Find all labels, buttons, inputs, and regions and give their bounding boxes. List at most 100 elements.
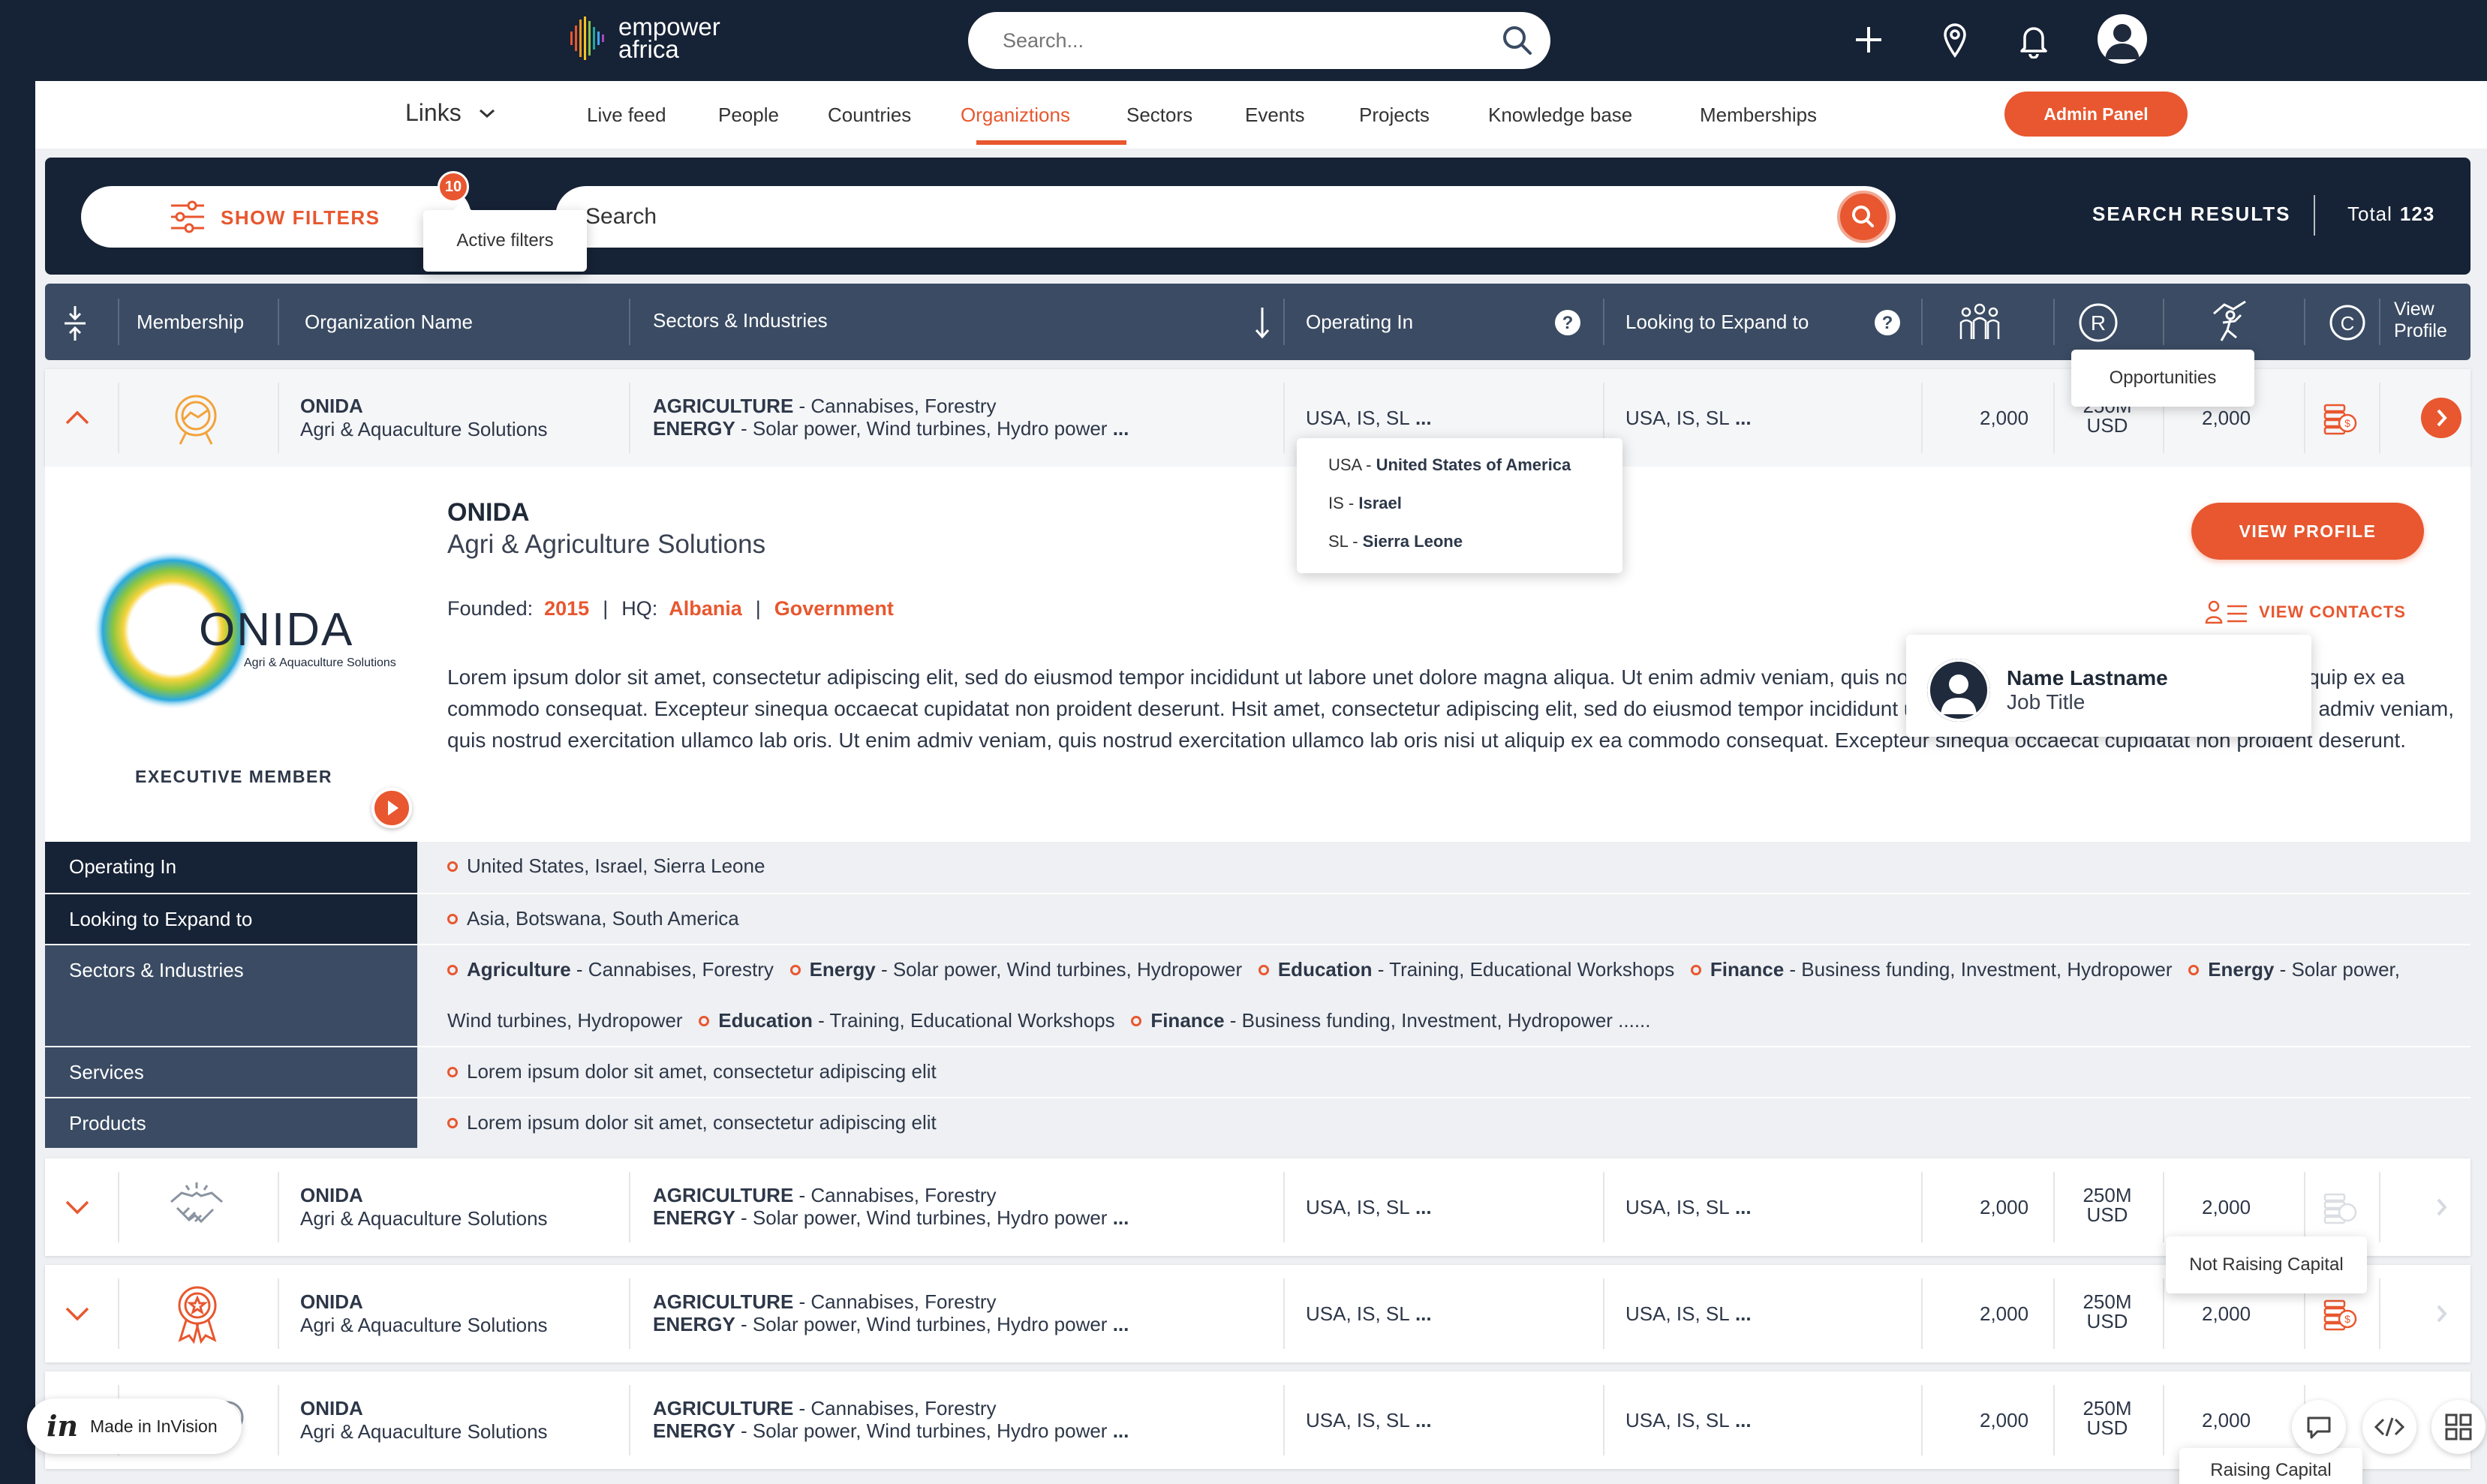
operating-cell[interactable]: USA, IS, SL ... <box>1306 407 1432 430</box>
grid-icon <box>2445 1413 2472 1440</box>
raising-r-icon[interactable]: R <box>2077 302 2119 344</box>
money-stack-icon[interactable] <box>2320 1187 2359 1226</box>
show-filters-button[interactable]: SHOW FILTERS <box>81 186 471 248</box>
money-stack-icon[interactable]: $ <box>2320 398 2359 437</box>
results-divider <box>2314 195 2315 236</box>
bell-icon[interactable] <box>2019 21 2049 59</box>
money-stack-icon[interactable]: $ <box>2320 1293 2359 1332</box>
header-divider <box>2163 299 2164 345</box>
collapse-all-icon[interactable] <box>62 305 89 342</box>
expand-cell[interactable]: USA, IS, SL ... <box>1625 1302 1752 1326</box>
operating-option[interactable]: SL - Sierra Leone <box>1297 531 1622 569</box>
not-raising-capital-tooltip: Not Raising Capital <box>2166 1236 2367 1293</box>
play-icon <box>388 801 398 816</box>
nav-events[interactable]: Events <box>1245 104 1305 127</box>
user-avatar[interactable] <box>2098 14 2147 64</box>
global-search-input[interactable] <box>1003 23 1468 59</box>
chevron-right-icon[interactable] <box>2421 1187 2461 1227</box>
expand-cell[interactable]: USA, IS, SL ... <box>1625 407 1752 430</box>
header-membership[interactable]: Membership <box>137 311 244 334</box>
plus-icon[interactable] <box>1854 21 1884 59</box>
links-dropdown[interactable]: Links <box>405 99 496 127</box>
nav-projects[interactable]: Projects <box>1359 104 1430 127</box>
header-expand[interactable]: Looking to Expand to <box>1625 311 1809 334</box>
org-cell[interactable]: ONIDA Agri & Aquaculture Solutions <box>300 1290 548 1337</box>
view-profile-button[interactable]: VIEW PROFILE <box>2191 503 2424 560</box>
chevron-down-icon[interactable] <box>65 1305 90 1322</box>
operating-cell[interactable]: USA, IS, SL ... <box>1306 1302 1432 1326</box>
more-ellipsis[interactable]: ... <box>1107 1206 1129 1229</box>
org-cell[interactable]: ONIDA Agri & Aquaculture Solutions <box>300 1397 548 1443</box>
sector-detail[interactable]: - Business funding, Investment, Hydropow… <box>1225 1009 1651 1032</box>
play-video-button[interactable] <box>371 788 412 828</box>
active-filters-badge[interactable]: 10 <box>438 171 469 203</box>
help-icon[interactable]: ? <box>1873 308 1902 337</box>
screens-tool-button[interactable] <box>2431 1400 2485 1454</box>
sector-detail: - Solar power, <box>2274 958 2400 981</box>
capital-c-icon[interactable]: C <box>2328 303 2367 342</box>
more-ellipsis[interactable]: ... <box>1107 417 1129 440</box>
detail-value: Asia, Botswana, South America <box>417 894 2470 944</box>
header-view-profile[interactable]: View Profile <box>2394 299 2447 342</box>
membership-level: EXECUTIVE MEMBER <box>135 767 332 786</box>
help-icon[interactable]: ? <box>1553 308 1582 337</box>
table-row[interactable]: ONIDA Agri & Aquaculture Solutions AGRIC… <box>45 1158 2470 1256</box>
logo[interactable]: empower africa <box>569 14 720 62</box>
view-contacts-link[interactable]: VIEW CONTACTS <box>2205 599 2406 626</box>
org-cell[interactable]: ONIDA Agri & Aquaculture Solutions <box>300 1184 548 1230</box>
opportunities-icon[interactable] <box>2208 299 2251 344</box>
row-divider <box>2163 1172 2164 1242</box>
people-group-icon[interactable] <box>1957 300 2002 342</box>
nav-knowledge-base[interactable]: Knowledge base <box>1488 104 1632 127</box>
expand-cell[interactable]: USA, IS, SL ... <box>1625 1409 1752 1432</box>
more-ellipsis[interactable]: ... <box>1107 1313 1129 1335</box>
operating-value: USA, IS, SL <box>1306 1196 1410 1218</box>
nav-countries[interactable]: Countries <box>828 104 911 127</box>
row-divider <box>1921 383 1923 453</box>
sector-detail: - Cannabises, Forestry <box>793 1397 997 1419</box>
search-icon[interactable] <box>1501 24 1534 57</box>
bullet-icon <box>1131 1016 1142 1027</box>
org-name: ONIDA <box>300 395 363 417</box>
filter-search-button[interactable] <box>1837 191 1890 243</box>
table-row[interactable]: ONIDA Agri & Aquaculture Solutions AGRIC… <box>45 1371 2470 1469</box>
raising-amount: 250M USD <box>2071 1292 2143 1331</box>
operating-option[interactable]: IS - Israel <box>1297 493 1622 531</box>
nav-memberships[interactable]: Memberships <box>1700 104 1817 127</box>
comment-tool-button[interactable] <box>2292 1400 2346 1454</box>
location-pin-icon[interactable] <box>1942 21 1968 59</box>
operating-countries: United States, Israel, Sierra Leone <box>467 855 765 877</box>
nav-live-feed[interactable]: Live feed <box>587 104 666 127</box>
chevron-right-icon[interactable] <box>2421 1293 2461 1334</box>
hq-value[interactable]: Albania <box>669 597 742 620</box>
contact-card[interactable]: Name Lastname Job Title <box>1906 635 2311 737</box>
view-profile-arrow[interactable] <box>2421 398 2461 438</box>
handshake-badge-icon <box>165 390 227 447</box>
bullet-icon <box>447 861 458 873</box>
operating-option[interactable]: USA - United States of America <box>1297 455 1622 493</box>
made-in-invision-badge[interactable]: in Made in InVision <box>27 1398 242 1454</box>
admin-panel-button[interactable]: Admin Panel <box>2004 92 2188 137</box>
operating-cell[interactable]: USA, IS, SL ... <box>1306 1409 1432 1432</box>
header-sectors[interactable]: Sectors & Industries <box>653 309 828 332</box>
sector-detail: - Cannabises, Forestry <box>793 395 997 417</box>
expand-value: USA, IS, SL <box>1625 407 1730 429</box>
chevron-down-icon[interactable] <box>65 1199 90 1215</box>
filter-search-input[interactable] <box>585 199 1786 235</box>
org-cell[interactable]: ONIDA Agri & Aquaculture Solutions <box>300 395 548 441</box>
chevron-up-icon[interactable] <box>65 410 90 426</box>
operating-cell[interactable]: USA, IS, SL ... <box>1306 1196 1432 1219</box>
more-ellipsis[interactable]: ... <box>1107 1419 1129 1442</box>
expand-cell[interactable]: USA, IS, SL ... <box>1625 1196 1752 1219</box>
sector-name: Energy <box>2208 958 2275 981</box>
header-operating[interactable]: Operating In <box>1306 311 1413 334</box>
org-type[interactable]: Government <box>774 597 894 620</box>
handshake-icon <box>167 1179 227 1235</box>
header-org-name[interactable]: Organization Name <box>305 311 473 334</box>
nav-sectors[interactable]: Sectors <box>1126 104 1192 127</box>
nav-organizations[interactable]: Organiztions <box>961 104 1070 127</box>
sort-down-icon[interactable] <box>1253 306 1271 339</box>
nav-people[interactable]: People <box>718 104 779 127</box>
inspect-tool-button[interactable] <box>2362 1400 2416 1454</box>
table-row[interactable]: ONIDA Agri & Aquaculture Solutions AGRIC… <box>45 1265 2470 1362</box>
